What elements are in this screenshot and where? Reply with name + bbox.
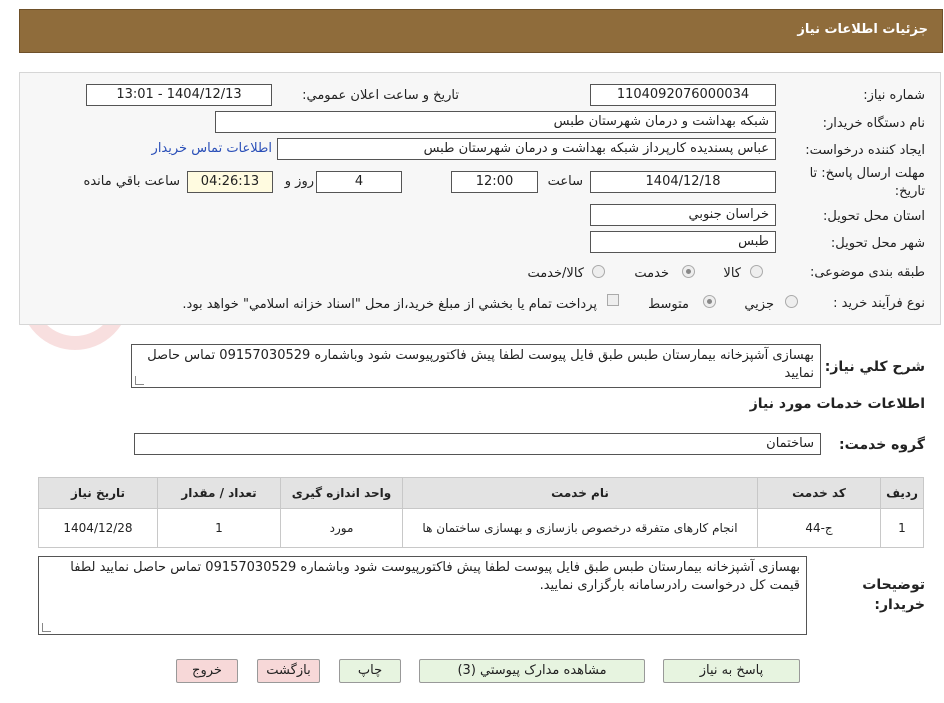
remaining-time-field: 04:26:13 <box>187 171 273 193</box>
buyer-org-label: نام دستگاه خريدار: <box>822 116 925 131</box>
resize-grip-icon[interactable] <box>42 623 51 632</box>
buyer-contact-link[interactable]: اطلاعات تماس خريدار <box>152 141 272 156</box>
page-header: جزئيات اطلاعات نياز <box>19 9 943 53</box>
table-row: 1 ج-44 انجام کارهای متفرقه درخصوص بازساز… <box>38 508 924 548</box>
exit-button[interactable]: خروج <box>176 659 238 683</box>
process-radio-medium[interactable] <box>703 295 716 308</box>
requester-field: عباس پسنديده کارپرداز شبکه بهداشت و درما… <box>277 138 776 160</box>
cell-quantity: 1 <box>157 508 281 548</box>
category-option-goods: کالا <box>723 266 741 281</box>
table-header-row: رديف کد خدمت نام خدمت واحد اندازه گيری ت… <box>38 477 924 509</box>
days-field: 4 <box>316 171 402 193</box>
buyer-notes-label: توضيحات <box>862 577 925 593</box>
service-group-field: ساختمان <box>134 433 821 455</box>
description-textarea[interactable]: بهسازی آشپزخانه بیمارستان طبس طبق فایل پ… <box>131 344 821 388</box>
cell-need-date: 1404/12/28 <box>38 508 158 548</box>
col-service-code: کد خدمت <box>757 477 881 509</box>
payment-note: پرداخت تمام يا بخشي از مبلغ خريد،از محل … <box>182 297 597 312</box>
deadline-date-field: 1404/12/18 <box>590 171 776 193</box>
info-panel <box>19 72 941 325</box>
announce-field: 1404/12/13 - 13:01 <box>86 84 272 106</box>
cell-service-name: انجام کارهای متفرقه درخصوص بازسازی و بهس… <box>402 508 758 548</box>
need-number-label: شماره نياز: <box>863 88 925 103</box>
days-label: روز و <box>284 174 314 189</box>
cell-unit: مورد <box>280 508 403 548</box>
cell-row-number: 1 <box>880 508 924 548</box>
buyer-notes-textarea[interactable]: بهسازی آشپزخانه بیمارستان طبس طبق فایل پ… <box>38 556 807 635</box>
reply-button[interactable]: پاسخ به نياز <box>663 659 800 683</box>
category-radio-service[interactable] <box>682 265 695 278</box>
process-option-minor: جزيي <box>744 297 774 312</box>
col-quantity: تعداد / مقدار <box>157 477 281 509</box>
buyer-org-field: شبکه بهداشت و درمان شهرستان طبس <box>215 111 776 133</box>
services-section-title: اطلاعات خدمات مورد نياز <box>749 396 925 412</box>
view-attachments-button[interactable]: مشاهده مدارک پيوستي (3) <box>419 659 645 683</box>
process-option-medium: متوسط <box>648 297 689 312</box>
province-label: استان محل تحويل: <box>823 209 925 224</box>
services-table: رديف کد خدمت نام خدمت واحد اندازه گيری ت… <box>38 477 924 548</box>
requester-label: ايجاد کننده درخواست: <box>805 143 925 158</box>
province-field: خراسان جنوبي <box>590 204 776 226</box>
category-radio-goods[interactable] <box>750 265 763 278</box>
category-option-service: خدمت <box>634 266 669 281</box>
cell-service-code: ج-44 <box>757 508 881 548</box>
service-group-label: گروه خدمت: <box>839 437 925 453</box>
col-need-date: تاريخ نياز <box>38 477 158 509</box>
process-label: نوع فرآيند خريد : <box>833 296 925 311</box>
description-label: شرح کلي نياز: <box>824 359 925 375</box>
buyer-notes-label-2: خريدار: <box>874 597 925 613</box>
page-title: جزئيات اطلاعات نياز <box>797 22 928 37</box>
city-field: طبس <box>590 231 776 253</box>
description-text: بهسازی آشپزخانه بیمارستان طبس طبق فایل پ… <box>147 348 814 381</box>
time-label: ساعت <box>547 174 583 189</box>
deadline-label-2: تاريخ: <box>894 184 925 199</box>
city-label: شهر محل تحويل: <box>830 236 925 251</box>
category-radio-goods-service[interactable] <box>592 265 605 278</box>
deadline-time-field: 12:00 <box>451 171 538 193</box>
process-radio-minor[interactable] <box>785 295 798 308</box>
back-button[interactable]: بازگشت <box>257 659 320 683</box>
category-option-goods-service: کالا/خدمت <box>527 266 584 281</box>
print-button[interactable]: چاپ <box>339 659 401 683</box>
resize-grip-icon[interactable] <box>135 376 144 385</box>
category-label: طبقه بندی موضوعی: <box>809 265 925 280</box>
treasury-checkbox[interactable] <box>607 294 619 306</box>
need-number-field: 1104092076000034 <box>590 84 776 106</box>
col-row-number: رديف <box>880 477 924 509</box>
announce-label: تاريخ و ساعت اعلان عمومي: <box>302 88 459 103</box>
remaining-label: ساعت باقي مانده <box>83 174 180 189</box>
col-service-name: نام خدمت <box>402 477 758 509</box>
col-unit: واحد اندازه گيری <box>280 477 403 509</box>
deadline-label: مهلت ارسال پاسخ: تا <box>809 166 925 181</box>
buyer-notes-text: بهسازی آشپزخانه بیمارستان طبس طبق فایل پ… <box>70 560 800 593</box>
